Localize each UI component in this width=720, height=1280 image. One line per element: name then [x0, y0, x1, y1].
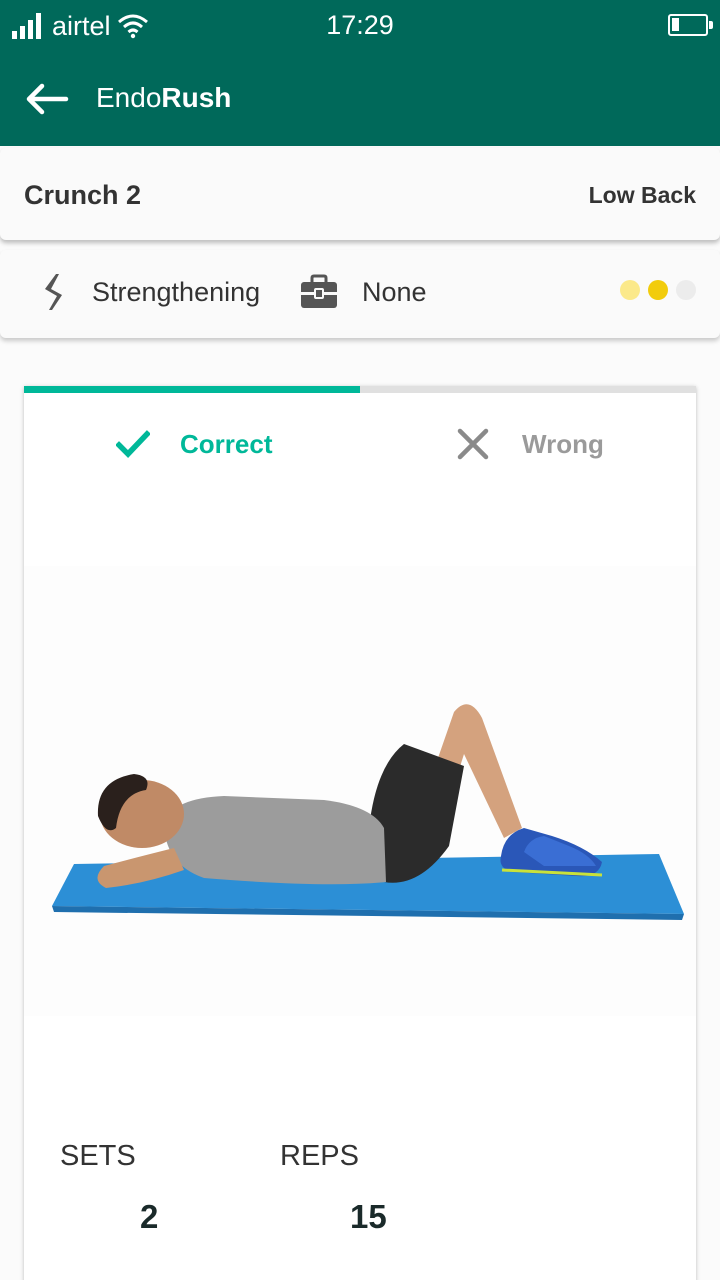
torso [164, 796, 386, 885]
back-button[interactable] [22, 78, 72, 120]
app-title-prefix: Endo [96, 82, 162, 113]
reps-value: 15 [350, 1198, 387, 1235]
tab-indicator-track [24, 386, 696, 393]
difficulty-dot [648, 280, 668, 300]
lightning-icon [45, 274, 62, 310]
difficulty-dot [676, 280, 696, 300]
tab-indicator [24, 386, 360, 393]
close-icon [457, 428, 489, 460]
difficulty-indicator [620, 280, 696, 300]
exercise-detail-screen: airtel 17:29 EndoRush Crunch 2 Low Back [0, 0, 720, 1280]
equipment-label: None [362, 277, 427, 307]
exercise-type: Strengthening [92, 277, 261, 307]
arrow-left-icon [26, 83, 69, 115]
tab-correct[interactable]: Correct [116, 424, 272, 464]
sets-value: 2 [140, 1198, 159, 1235]
toolbox-icon [301, 274, 337, 308]
app-title-bold: Rush [161, 82, 232, 113]
exercise-info-row: Strengthening None [0, 250, 720, 338]
difficulty-dot [620, 280, 640, 300]
exercise-name: Crunch 2 [24, 180, 142, 210]
sets-label: SETS [60, 1140, 136, 1172]
reps-label: REPS [280, 1140, 359, 1172]
exercise-header-card: Crunch 2 Low Back [0, 148, 720, 240]
exercise-demo-card: Correct Wrong SETS 2 REPS 15 [24, 386, 696, 1280]
battery-icon [668, 14, 713, 36]
check-icon [116, 430, 150, 458]
tab-wrong-label: Wrong [522, 428, 604, 459]
app-title: EndoRush [96, 82, 231, 114]
app-bar: EndoRush [0, 52, 720, 146]
status-bar: airtel 17:29 [0, 0, 720, 52]
tab-correct-label: Correct [180, 428, 273, 459]
clock: 17:29 [326, 10, 394, 40]
tab-wrong[interactable]: Wrong [456, 424, 604, 464]
body-area-label: Low Back [588, 182, 696, 208]
exercise-photo [24, 566, 696, 1016]
